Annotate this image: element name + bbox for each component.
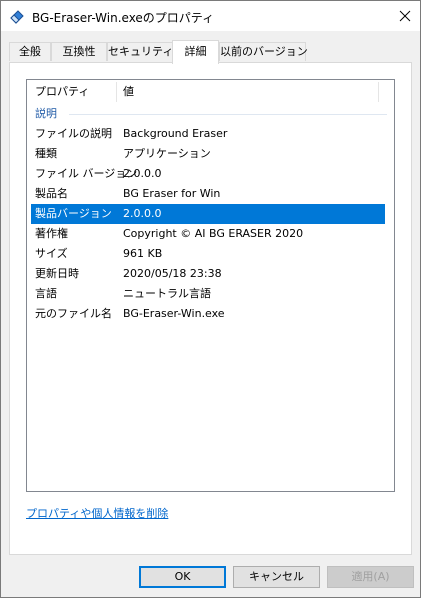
- table-row-selected[interactable]: 製品バージョン 2.0.0.0: [31, 204, 385, 224]
- column-divider[interactable]: [116, 82, 117, 102]
- properties-window: BG-Eraser-Win.exeのプロパティ 全般 互換性 セキュリティ 詳細…: [0, 0, 421, 598]
- property-name: 更新日時: [35, 267, 79, 280]
- property-name: 製品名: [35, 187, 68, 200]
- property-name: サイズ: [35, 247, 68, 260]
- property-name: 元のファイル名: [35, 307, 112, 320]
- property-value: 961 KB: [123, 247, 163, 260]
- table-row[interactable]: 言語 ニュートラル言語: [27, 284, 394, 304]
- property-value: 2.0.0.0: [123, 167, 162, 180]
- property-name: ファイル バージョン: [35, 167, 138, 180]
- tab-previous-versions[interactable]: 以前のバージョン: [219, 42, 308, 61]
- property-value: ニュートラル言語: [123, 287, 211, 300]
- property-name: ファイルの説明: [35, 127, 112, 140]
- property-name: 製品バージョン: [35, 207, 112, 220]
- close-button[interactable]: [390, 1, 420, 31]
- tab-details[interactable]: 詳細: [172, 40, 219, 64]
- ok-button[interactable]: OK: [139, 566, 226, 588]
- eraser-app-icon: [9, 8, 25, 24]
- remove-properties-link[interactable]: プロパティや個人情報を削除: [26, 505, 168, 521]
- apply-button[interactable]: 適用(A): [327, 566, 414, 588]
- table-row[interactable]: 更新日時 2020/05/18 23:38: [27, 264, 394, 284]
- window-title: BG-Eraser-Win.exeのプロパティ: [32, 11, 215, 25]
- close-icon: [399, 10, 411, 22]
- property-value: Copyright © AI BG ERASER 2020: [123, 227, 304, 240]
- list-header: プロパティ 値: [27, 80, 394, 104]
- property-value: 2.0.0.0: [123, 207, 162, 220]
- property-value: Background Eraser: [123, 127, 228, 140]
- property-value: 2020/05/18 23:38: [123, 267, 222, 280]
- property-value: BG-Eraser-Win.exe: [123, 307, 225, 320]
- details-list[interactable]: プロパティ 値 説明 ファイルの説明 Background Eraser 種類 …: [26, 79, 395, 492]
- property-value: アプリケーション: [123, 147, 211, 160]
- table-row[interactable]: 製品名 BG Eraser for Win: [27, 184, 394, 204]
- cancel-button[interactable]: キャンセル: [233, 566, 320, 588]
- column-value-header[interactable]: 値: [123, 80, 134, 104]
- group-divider: [69, 114, 387, 115]
- column-divider[interactable]: [378, 82, 379, 102]
- table-row[interactable]: ファイル バージョン 2.0.0.0: [27, 164, 394, 184]
- property-name: 種類: [35, 147, 57, 160]
- tab-security[interactable]: セキュリティ: [107, 42, 174, 61]
- tab-general[interactable]: 全般: [9, 42, 51, 61]
- table-row[interactable]: 著作権 Copyright © AI BG ERASER 2020: [27, 224, 394, 244]
- table-row[interactable]: 元のファイル名 BG-Eraser-Win.exe: [27, 304, 394, 324]
- property-name: 言語: [35, 287, 57, 300]
- column-property-header[interactable]: プロパティ: [35, 80, 89, 104]
- tab-compatibility[interactable]: 互換性: [51, 42, 107, 61]
- title-bar[interactable]: BG-Eraser-Win.exeのプロパティ: [1, 1, 420, 31]
- table-row[interactable]: 種類 アプリケーション: [27, 144, 394, 164]
- property-value: BG Eraser for Win: [123, 187, 221, 200]
- details-panel: プロパティ 値 説明 ファイルの説明 Background Eraser 種類 …: [9, 62, 412, 555]
- group-label: 説明: [35, 107, 57, 120]
- property-name: 著作権: [35, 227, 68, 240]
- table-row[interactable]: サイズ 961 KB: [27, 244, 394, 264]
- table-row[interactable]: ファイルの説明 Background Eraser: [27, 124, 394, 144]
- group-header-description[interactable]: 説明: [27, 106, 394, 122]
- tab-strip: 全般 互換性 セキュリティ 詳細 以前のバージョン: [9, 40, 412, 64]
